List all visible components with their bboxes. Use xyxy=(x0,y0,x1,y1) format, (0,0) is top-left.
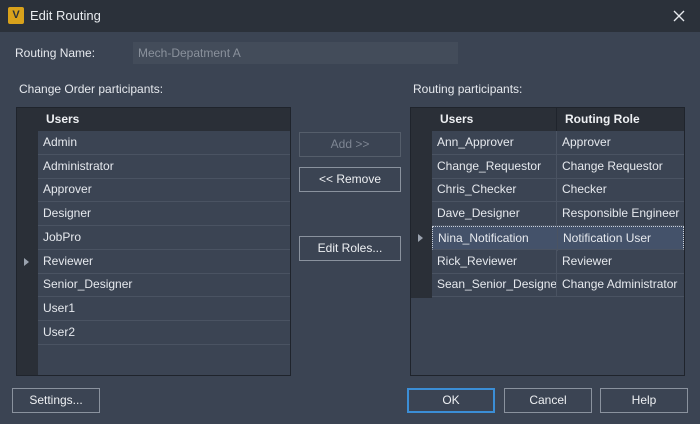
list-item[interactable]: User1 xyxy=(38,297,290,321)
list-item[interactable]: JobPro xyxy=(38,226,290,250)
user-name-cell: Admin xyxy=(43,135,78,149)
user-cell: Rick_Reviewer xyxy=(432,249,557,274)
user-name-cell: JobPro xyxy=(43,229,82,244)
list-item[interactable]: Admin xyxy=(38,131,290,155)
change-order-participants-label: Change Order participants: xyxy=(19,82,164,96)
list-item[interactable]: Administrator xyxy=(38,155,290,179)
row-header-column xyxy=(411,108,432,298)
routing-role-cell: Approver xyxy=(562,135,611,149)
window-title: Edit Routing xyxy=(30,8,101,23)
settings-button[interactable]: Settings... xyxy=(12,388,100,413)
edit-roles-button[interactable]: Edit Roles... xyxy=(299,236,401,261)
routing-name-field: Mech-Depatment A xyxy=(133,42,458,64)
list-item[interactable]: Reviewer xyxy=(38,250,290,274)
user-cell: Nina_Notification xyxy=(433,226,558,251)
user-cell: Sean_Senior_Designer xyxy=(432,273,557,298)
user-cell: Ann_Approver xyxy=(432,131,557,155)
table-row[interactable]: Sean_Senior_Designer Change Administrator xyxy=(432,273,684,298)
help-button[interactable]: Help xyxy=(600,388,688,413)
close-icon xyxy=(673,10,685,22)
current-row-indicator-icon xyxy=(418,233,423,242)
routing-participants-label: Routing participants: xyxy=(413,82,523,96)
list-item[interactable]: User2 xyxy=(38,321,290,345)
routing-role-cell: Reviewer xyxy=(562,253,613,268)
users-column-header[interactable]: Users xyxy=(432,108,557,131)
user-name-cell: Approver xyxy=(43,182,92,197)
routing-name-label: Routing Name: xyxy=(15,46,96,60)
user-name-cell: Reviewer xyxy=(43,253,94,268)
app-logo-icon: V xyxy=(8,7,24,24)
table-row[interactable]: Ann_Approver Approver xyxy=(432,131,684,155)
user-name-cell: User1 xyxy=(43,300,76,315)
list-item[interactable]: Approver xyxy=(38,178,290,203)
remove-button[interactable]: << Remove xyxy=(299,167,401,192)
current-row-indicator-icon xyxy=(24,257,29,266)
user-name-cell: Senior_Designer xyxy=(43,277,133,292)
ok-button[interactable]: OK xyxy=(407,388,495,413)
routing-role-column-header[interactable]: Routing Role xyxy=(557,108,684,131)
table-row[interactable]: Dave_Designer Responsible Engineer xyxy=(432,202,684,227)
add-button[interactable]: Add >> xyxy=(299,132,401,157)
title-bar: V Edit Routing xyxy=(0,0,700,32)
change-order-participants-grid[interactable]: Users Admin Administrator Approver Designer… xyxy=(16,107,291,376)
routing-role-cell: Responsible Engineer xyxy=(562,206,680,221)
list-item[interactable]: Designer xyxy=(38,202,290,227)
routing-role-cell: Change Requestor xyxy=(562,158,663,173)
table-row[interactable]: Rick_Reviewer Reviewer xyxy=(432,249,684,274)
cancel-button[interactable]: Cancel xyxy=(504,388,592,413)
user-cell: Dave_Designer xyxy=(432,202,557,227)
table-row[interactable]: Nina_Notification Notification User xyxy=(432,225,684,251)
user-name-cell: Administrator xyxy=(43,158,114,173)
user-cell: Change_Requestor xyxy=(432,154,557,179)
users-column-header[interactable]: Users xyxy=(38,108,290,131)
routing-role-cell: Checker xyxy=(562,182,607,197)
row-header-column xyxy=(17,108,38,375)
close-button[interactable] xyxy=(666,4,692,28)
routing-participants-grid[interactable]: Users Routing Role Ann_Approver Approver C… xyxy=(410,107,685,376)
routing-role-cell: Notification User xyxy=(563,230,652,245)
user-cell: Chris_Checker xyxy=(432,178,557,203)
table-row[interactable]: Change_Requestor Change Requestor xyxy=(432,154,684,179)
user-name-cell: Designer xyxy=(43,206,92,221)
list-item[interactable]: Senior_Designer xyxy=(38,273,290,298)
user-name-cell: User2 xyxy=(43,324,76,339)
routing-role-cell: Change Administrator xyxy=(562,277,678,292)
table-row[interactable]: Chris_Checker Checker xyxy=(432,178,684,203)
